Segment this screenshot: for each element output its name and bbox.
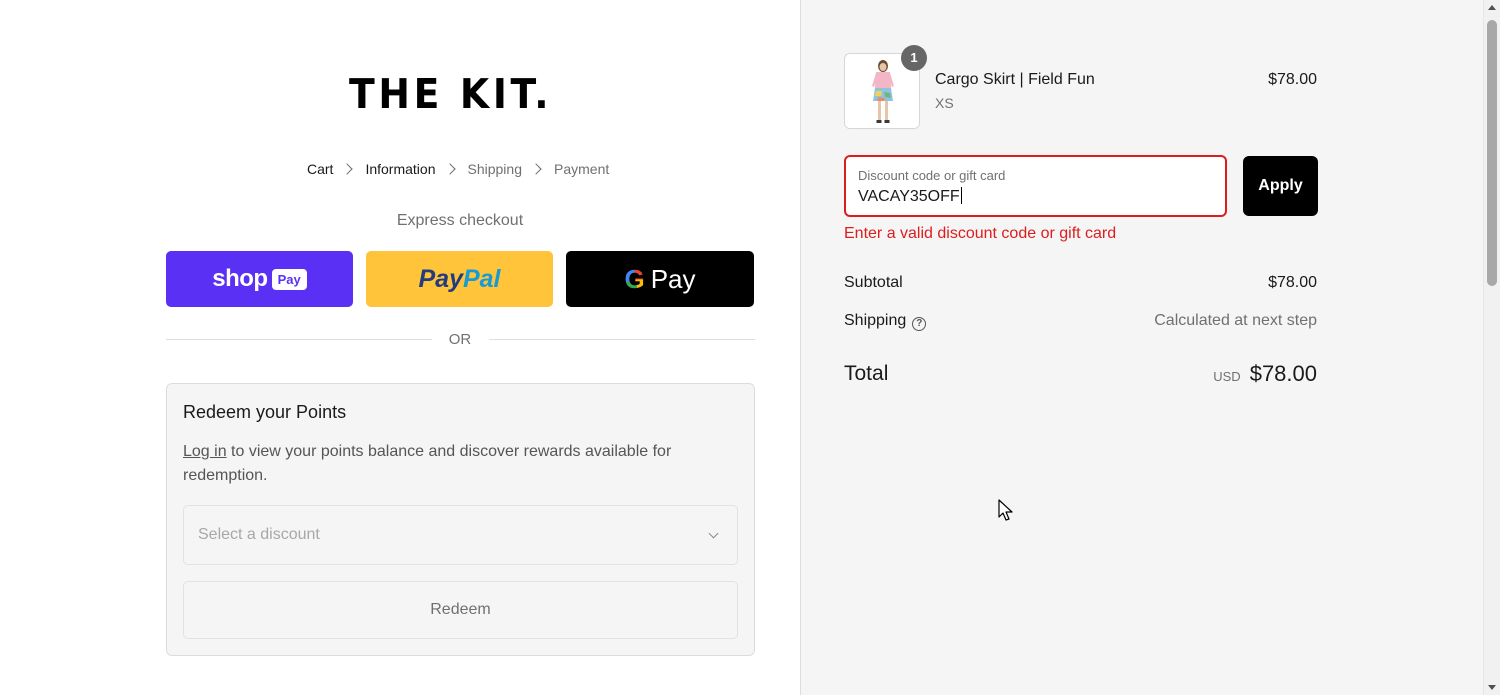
- breadcrumb-cart[interactable]: Cart: [307, 161, 333, 177]
- express-checkout-title: Express checkout: [396, 212, 524, 229]
- discount-select-placeholder: Select a discount: [198, 526, 320, 543]
- product-variant: XS: [935, 95, 954, 111]
- scrollbar-thumb[interactable]: [1487, 20, 1497, 286]
- order-summary: 1 Cargo Skirt | Field Fun XS $78.00 Disc…: [801, 0, 1483, 695]
- total-row: USD $78.00: [1213, 361, 1317, 387]
- page-scrollbar[interactable]: [1483, 0, 1500, 695]
- paypal-logo: PayPal: [418, 264, 501, 293]
- discount-error-message: Enter a valid discount code or gift card: [844, 225, 1117, 242]
- shop-pay-badge: Pay: [271, 268, 307, 290]
- redeem-points-card: Redeem your Points Log in to view your p…: [166, 383, 755, 656]
- subtotal-label: Subtotal: [844, 274, 903, 291]
- shop-pay-button[interactable]: shop Pay: [166, 251, 353, 307]
- scroll-up-arrow-icon[interactable]: [1488, 5, 1496, 10]
- text-caret: [960, 187, 962, 204]
- google-g-icon: G: [624, 263, 645, 294]
- shipping-row: Shipping?: [844, 312, 927, 331]
- total-label: Total: [844, 362, 889, 385]
- divider-left: [166, 339, 432, 340]
- redeem-title: Redeem your Points: [183, 402, 347, 422]
- shipping-label: Shipping: [844, 312, 907, 329]
- apply-button[interactable]: Apply: [1243, 156, 1318, 216]
- redeem-button[interactable]: Redeem: [183, 581, 738, 639]
- store-logo[interactable]: THE KIT.: [349, 74, 555, 115]
- discount-code-field[interactable]: Discount code or gift card VACAY35OFF: [844, 155, 1227, 217]
- redeem-description-text: to view your points balance and discover…: [183, 443, 672, 484]
- shop-pay-logo: shop: [212, 265, 268, 292]
- breadcrumb: Cart Information Shipping Payment: [307, 160, 609, 178]
- checkout-main: THE KIT. Cart Information Shipping Payme…: [0, 0, 800, 695]
- breadcrumb-payment: Payment: [554, 161, 610, 177]
- currency-code: USD: [1213, 369, 1241, 384]
- chevron-right-icon: [341, 163, 354, 175]
- mouse-pointer-icon: [998, 499, 1013, 521]
- divider-right: [489, 339, 755, 340]
- product-name: Cargo Skirt | Field Fun: [935, 71, 1095, 88]
- breadcrumb-information: Information: [365, 161, 436, 177]
- google-pay-button[interactable]: G Pay: [566, 251, 754, 307]
- chevron-down-icon: [708, 528, 719, 539]
- quantity-badge: 1: [901, 45, 927, 71]
- chevron-right-icon: [530, 163, 542, 175]
- help-icon[interactable]: ?: [912, 317, 927, 331]
- product-price: $78.00: [1268, 71, 1317, 88]
- paypal-button[interactable]: PayPal: [366, 251, 553, 307]
- breadcrumb-shipping: Shipping: [467, 161, 523, 177]
- google-pay-label: Pay: [650, 263, 696, 294]
- total-amount: $78.00: [1249, 361, 1317, 386]
- discount-code-label: Discount code or gift card: [858, 168, 1006, 183]
- discount-select[interactable]: Select a discount: [183, 505, 738, 565]
- chevron-right-icon: [443, 163, 456, 175]
- scroll-down-arrow-icon[interactable]: [1488, 685, 1496, 690]
- shipping-value: Calculated at next step: [1154, 312, 1317, 329]
- discount-code-input[interactable]: VACAY35OFF: [858, 187, 962, 206]
- redeem-description: Log in to view your points balance and d…: [183, 440, 723, 488]
- subtotal-value: $78.00: [1268, 274, 1317, 291]
- login-link[interactable]: Log in: [183, 443, 227, 460]
- or-separator: OR: [448, 331, 472, 348]
